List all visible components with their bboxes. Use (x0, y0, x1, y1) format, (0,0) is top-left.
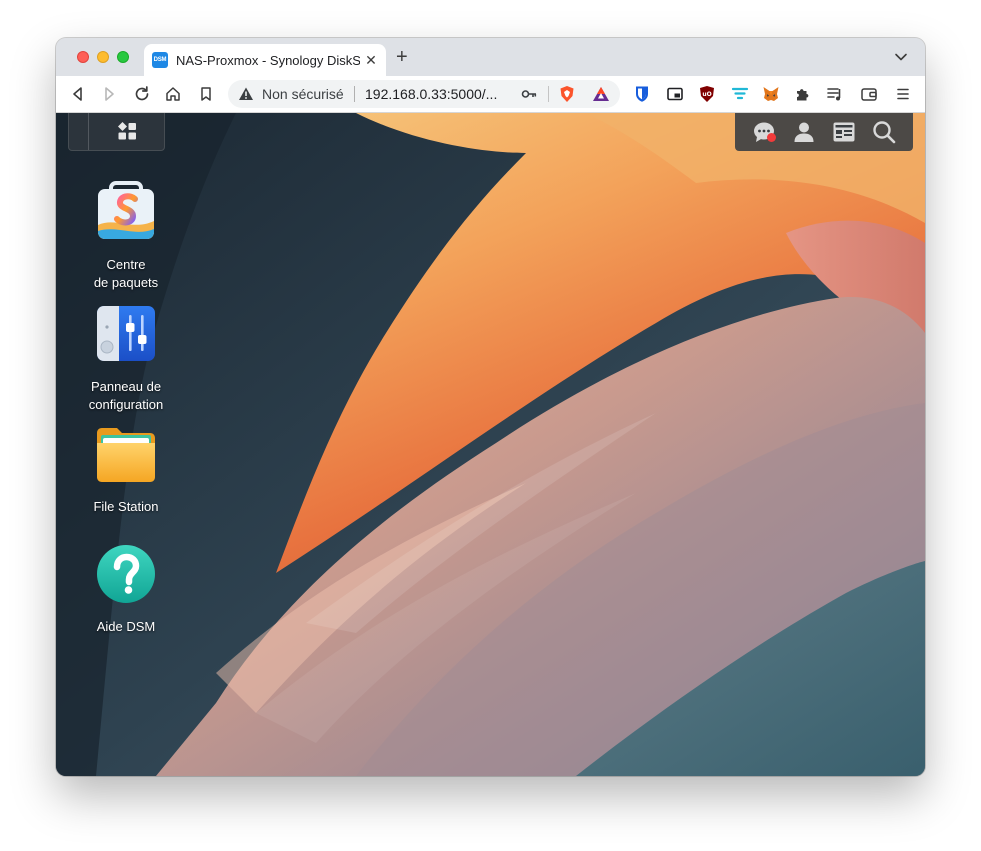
tab-title: NAS-Proxmox - Synology DiskS (176, 52, 360, 68)
home-icon[interactable] (164, 85, 182, 103)
tab-search-chevron-icon[interactable] (894, 50, 908, 64)
metamask-icon[interactable] (762, 85, 780, 103)
search-icon[interactable] (872, 120, 896, 144)
ublock-origin-icon[interactable]: uO (698, 85, 716, 103)
back-icon[interactable] (69, 85, 87, 103)
main-menu-icon[interactable] (116, 120, 138, 142)
app-label-line1: File Station (93, 499, 159, 514)
reload-icon[interactable] (133, 85, 151, 103)
file-station-icon (97, 428, 155, 482)
url-text[interactable]: 192.168.0.33:5000/... (365, 86, 497, 102)
browser-toolbar: Non sécurisé 192.168.0.33:5000/... uO (56, 76, 925, 113)
zoom-window-button[interactable] (117, 51, 129, 63)
extensions-icon[interactable] (794, 85, 812, 103)
app-label: Aide DSM (76, 618, 176, 636)
dsm-taskbar-right (735, 113, 913, 151)
app-label-line2: configuration (88, 397, 164, 412)
dsm-desktop[interactable]: Centre de paquets Panneau de configurati… (56, 113, 925, 776)
dsm-taskbar-left (68, 113, 165, 151)
app-label: Panneau de configuration (76, 378, 176, 414)
new-tab-button[interactable]: + (396, 47, 408, 67)
picture-in-picture-icon[interactable] (666, 85, 684, 103)
wallet-icon[interactable] (860, 85, 878, 103)
app-label: File Station (76, 498, 176, 516)
omnibox-divider-2 (548, 86, 549, 102)
menu-icon[interactable] (894, 85, 912, 103)
forward-icon[interactable] (100, 85, 118, 103)
close-window-button[interactable] (77, 51, 89, 63)
bitwarden-icon[interactable] (633, 85, 651, 103)
tab-strip: DSM NAS-Proxmox - Synology DiskS ✕ + (56, 38, 925, 76)
tab-dsm[interactable]: DSM NAS-Proxmox - Synology DiskS ✕ (144, 44, 386, 76)
tab-close-button[interactable]: ✕ (364, 52, 378, 69)
dsm-favicon-icon: DSM (152, 52, 168, 68)
svg-text:uO: uO (702, 91, 711, 98)
omnibox-divider (354, 86, 355, 102)
address-bar[interactable]: Non sécurisé 192.168.0.33:5000/... (228, 80, 620, 108)
key-icon[interactable] (521, 87, 537, 101)
reading-list-icon[interactable] (826, 85, 844, 103)
warning-icon[interactable] (238, 86, 254, 102)
app-label-line1: Aide DSM (96, 619, 156, 634)
desktop-app-file-station[interactable]: File Station (76, 423, 176, 516)
app-label: Centre de paquets (76, 256, 176, 292)
minimize-window-button[interactable] (97, 51, 109, 63)
desktop-app-package-center[interactable]: Centre de paquets (76, 181, 176, 292)
security-status[interactable]: Non sécurisé (262, 86, 344, 102)
notification-badge (767, 133, 776, 142)
desktop-app-control-panel[interactable]: Panneau de configuration (76, 303, 176, 414)
taskbar-divider (88, 113, 89, 150)
desktop-app-dsm-help[interactable]: Aide DSM (76, 543, 176, 636)
widgets-icon[interactable] (832, 120, 856, 144)
package-center-icon (98, 181, 154, 239)
filter-icon[interactable] (731, 85, 749, 103)
user-icon[interactable] (792, 120, 816, 144)
bookmark-icon[interactable] (197, 85, 215, 103)
control-panel-icon (97, 306, 155, 361)
browser-window: DSM NAS-Proxmox - Synology DiskS ✕ + Non… (56, 38, 925, 776)
dsm-help-icon (97, 545, 155, 603)
brave-shields-icon[interactable] (558, 85, 576, 103)
app-label-line1: Centre (106, 257, 146, 272)
wallpaper-image (56, 113, 925, 776)
app-label-line2: de paquets (93, 275, 159, 290)
brave-rewards-icon[interactable] (592, 85, 610, 103)
app-label-line1: Panneau de (90, 379, 162, 394)
